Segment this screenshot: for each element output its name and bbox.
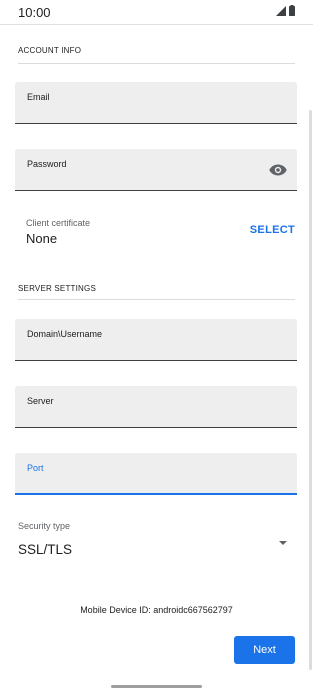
section-divider <box>18 63 295 64</box>
device-id-text: Mobile Device ID: androidc667562797 <box>80 605 233 615</box>
client-certificate-label: Client certificate <box>26 218 91 228</box>
security-type-select[interactable]: SSL/TLS <box>18 542 72 557</box>
status-time: 10:00 <box>18 4 51 20</box>
scrollbar[interactable] <box>309 110 312 670</box>
server-field[interactable]: Server <box>15 386 297 428</box>
account-info-header: ACCOUNT INFO <box>18 46 82 55</box>
section-divider <box>18 299 295 300</box>
email-field[interactable]: Email <box>15 82 297 124</box>
port-field[interactable]: Port <box>15 453 297 495</box>
dropdown-arrow-icon[interactable] <box>279 541 287 545</box>
security-type-label: Security type <box>18 521 71 531</box>
select-certificate-button[interactable]: SELECT <box>250 224 295 236</box>
password-label: Password <box>27 159 67 169</box>
password-field[interactable]: Password <box>15 149 297 191</box>
domain-username-label: Domain\Username <box>27 329 103 339</box>
status-icons <box>276 3 295 21</box>
status-divider <box>0 24 313 25</box>
email-label: Email <box>27 92 50 102</box>
nav-gesture-handle[interactable] <box>111 685 202 688</box>
status-bar: 10:00 <box>0 0 313 24</box>
server-settings-header: SERVER SETTINGS <box>18 284 96 293</box>
signal-icon <box>276 3 286 21</box>
client-certificate-value: None <box>26 231 58 246</box>
next-button[interactable]: Next <box>234 636 295 664</box>
server-label: Server <box>27 396 54 406</box>
eye-icon[interactable] <box>269 163 287 177</box>
domain-username-field[interactable]: Domain\Username <box>15 319 297 361</box>
port-label: Port <box>27 463 44 473</box>
battery-icon <box>289 3 295 21</box>
